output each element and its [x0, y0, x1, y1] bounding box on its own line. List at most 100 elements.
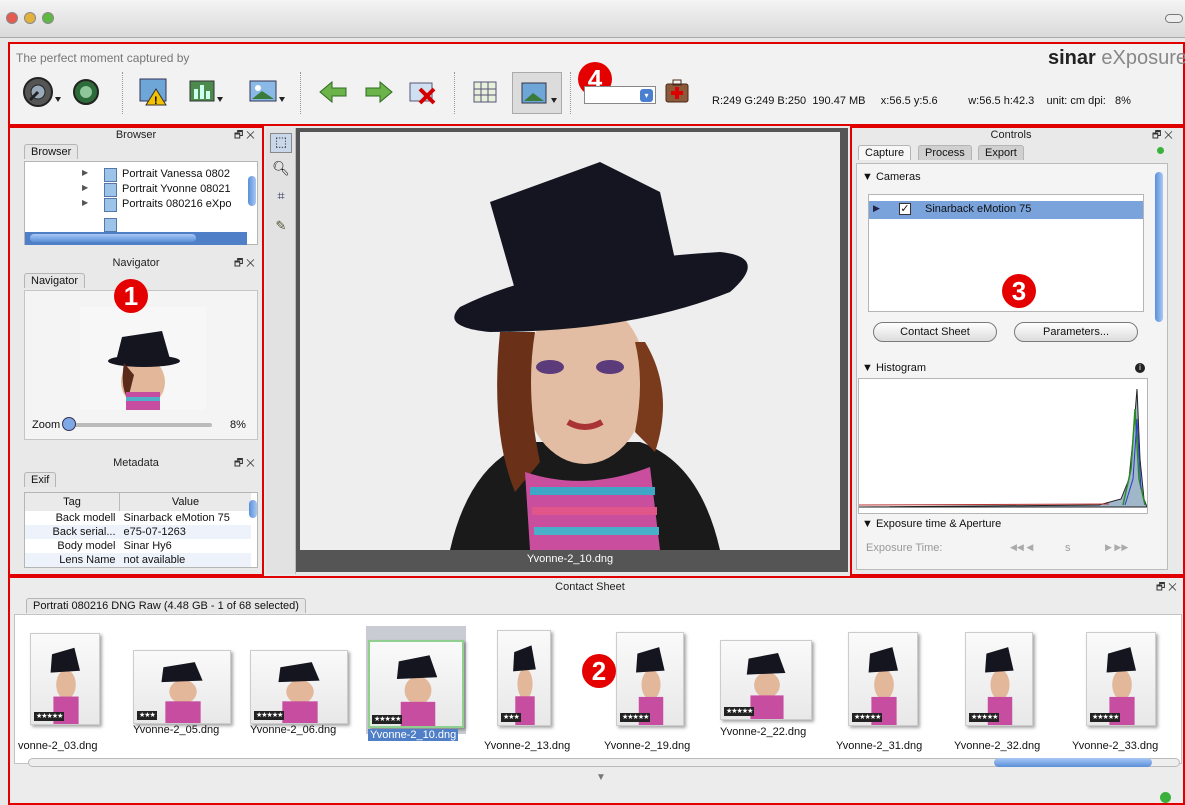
- thumbnail-image[interactable]: [616, 632, 684, 726]
- exif-value: Sinar Hy6: [123, 540, 172, 552]
- metadata-detach-close-icons[interactable]: 🗗 ✕: [234, 456, 255, 473]
- thumbnail-filename[interactable]: Yvonne-2_19.dng: [604, 740, 690, 752]
- exif-tag: Body model: [57, 540, 116, 552]
- browser-hscroll[interactable]: [30, 234, 196, 242]
- navigator-preview-image[interactable]: [80, 307, 206, 410]
- exposure-section-header[interactable]: ▼ Exposure time & Aperture: [862, 518, 1001, 530]
- single-view-button[interactable]: [512, 72, 562, 114]
- rating-stars[interactable]: ★★★★★: [620, 713, 651, 722]
- info-icon[interactable]: i: [1135, 363, 1145, 373]
- warning-image-button[interactable]: !: [136, 75, 176, 109]
- histogram-tool-button[interactable]: [186, 75, 226, 109]
- thumbnail-filename[interactable]: Yvonne-2_06.dng: [250, 724, 336, 736]
- select-tool-icon[interactable]: ⬚: [270, 133, 292, 153]
- thumbnail-filename[interactable]: Yvonne-2_32.dng: [954, 740, 1040, 752]
- thumbnail-image[interactable]: [965, 632, 1033, 726]
- tab-export[interactable]: Export: [978, 145, 1024, 160]
- chevron-down-icon: ▾: [640, 89, 653, 102]
- live-view-button[interactable]: [70, 75, 110, 109]
- tab-exif[interactable]: Exif: [24, 472, 57, 487]
- main-image[interactable]: [300, 132, 840, 550]
- contact-sheet-tab[interactable]: Portrati 080216 DNG Raw (4.48 GB - 1 of …: [26, 598, 306, 613]
- gallery-view-button[interactable]: [246, 75, 286, 109]
- zoom-slider[interactable]: [66, 423, 212, 427]
- collapse-arrow-icon[interactable]: ▼: [596, 772, 606, 783]
- thumbnail-filename[interactable]: Yvonne-2_33.dng: [1072, 740, 1158, 752]
- thumbnail-image[interactable]: [848, 632, 918, 726]
- rating-stars[interactable]: ★★★★★: [1090, 713, 1121, 722]
- capture-dial-button[interactable]: [22, 75, 62, 109]
- thumbnail-image[interactable]: [497, 630, 551, 726]
- thumbnail-filename[interactable]: Yvonne-2_05.dng: [133, 724, 219, 736]
- controls-panel-title: Controls: [990, 129, 1032, 141]
- controls-detach-close-icons[interactable]: 🗗 ✕: [1152, 128, 1173, 145]
- navigator-panel-title: Navigator: [112, 257, 160, 269]
- tab-navigator[interactable]: Navigator: [24, 273, 86, 288]
- rating-stars[interactable]: ★★★★★: [969, 713, 1000, 722]
- zoom-window-button[interactable]: [42, 12, 54, 24]
- tab-process[interactable]: Process: [918, 145, 972, 160]
- rating-stars[interactable]: ★★★★★: [372, 715, 403, 724]
- thumbnail-filename[interactable]: Yvonne-2_13.dng: [484, 740, 570, 752]
- navigator-detach-close-icons[interactable]: 🗗 ✕: [234, 256, 255, 273]
- tab-capture[interactable]: Capture: [858, 145, 912, 160]
- camera-row-selected[interactable]: ▶ ✓ Sinarback eMotion 75: [869, 201, 1143, 219]
- first-aid-kit-icon[interactable]: [662, 75, 702, 109]
- next-image-arrow-icon[interactable]: [360, 75, 400, 109]
- histogram-chart: [858, 378, 1148, 514]
- exposure-decrease-icons[interactable]: ◀◀ ◀: [1010, 542, 1033, 553]
- callout-1: 1: [114, 279, 148, 313]
- exif-value: e75-07-1263: [123, 526, 186, 538]
- zoom-select[interactable]: ▾: [584, 86, 656, 104]
- histogram-section-header[interactable]: ▼ Histogram: [862, 362, 926, 374]
- zoom-slider-thumb[interactable]: [62, 417, 76, 431]
- rating-stars[interactable]: ★★★★★: [254, 711, 285, 720]
- svg-text:!: !: [154, 95, 158, 107]
- exif-vscroll[interactable]: [249, 500, 257, 518]
- controls-vscroll[interactable]: [1155, 172, 1163, 322]
- exif-table: Tag Value Back modell Sinarback eMotion 7…: [24, 492, 258, 568]
- thumbnail-filename[interactable]: Yvonne-2_31.dng: [836, 740, 922, 752]
- metadata-panel-title: Metadata: [113, 457, 159, 469]
- viewer-filename: Yvonne-2_10.dng: [526, 553, 614, 565]
- exif-col-tag[interactable]: Tag: [25, 493, 120, 511]
- thumbnail-filename[interactable]: Yvonne-2_22.dng: [720, 726, 806, 738]
- exposure-increase-icons[interactable]: ▶ ▶▶: [1105, 542, 1128, 553]
- brand-logo: sinar eXposure: [1048, 47, 1185, 69]
- minimize-window-button[interactable]: [24, 12, 36, 24]
- rating-stars[interactable]: ★★★: [137, 711, 157, 720]
- browser-vscroll[interactable]: [248, 176, 256, 206]
- camera-checkbox[interactable]: ✓: [899, 203, 911, 215]
- tagline: The perfect moment captured by: [16, 51, 190, 65]
- crop-tool-icon[interactable]: ⌗: [270, 188, 292, 208]
- parameters-button[interactable]: Parameters...: [1014, 322, 1138, 342]
- contact-sheet-panel-title: Contact Sheet: [555, 581, 625, 593]
- browser-detach-close-icons[interactable]: 🗗 ✕: [234, 128, 255, 145]
- toolbar-toggle-button[interactable]: [1165, 14, 1183, 23]
- eyedropper-tool-icon[interactable]: ✎: [270, 218, 292, 238]
- contact-sheet-hscroll-thumb[interactable]: [994, 758, 1152, 767]
- previous-image-arrow-icon[interactable]: [314, 75, 354, 109]
- online-status-icon: [1160, 792, 1171, 803]
- exif-col-value[interactable]: Value: [120, 493, 252, 511]
- tab-browser[interactable]: Browser: [24, 144, 79, 159]
- grid-view-icon[interactable]: [468, 75, 508, 109]
- rating-stars[interactable]: ★★★★★: [34, 712, 65, 721]
- expand-triangle-icon: ▶: [873, 203, 880, 213]
- close-window-button[interactable]: [6, 12, 18, 24]
- exif-value: Sinarback eMotion 75: [123, 512, 230, 524]
- magnifier-tool-icon[interactable]: 🔍︎: [270, 160, 292, 180]
- thumbnail-filename[interactable]: vonne-2_03.dng: [18, 740, 98, 752]
- status-readout: R:249 G:249 B:250 190.47 MB x:56.5 y:5.6…: [712, 95, 1131, 107]
- contact-sheet-button[interactable]: Contact Sheet: [873, 322, 997, 342]
- rating-stars[interactable]: ★★★: [501, 713, 521, 722]
- delete-image-icon[interactable]: [404, 75, 444, 109]
- cameras-section-header[interactable]: ▼ Cameras: [862, 171, 921, 183]
- zoom-value: 8%: [230, 419, 246, 431]
- rating-stars[interactable]: ★★★★★: [724, 707, 755, 716]
- thumbnail-image[interactable]: [1086, 632, 1156, 726]
- rating-stars[interactable]: ★★★★★: [852, 713, 883, 722]
- thumbnail-filename[interactable]: Yvonne-2_10.dng: [368, 729, 459, 741]
- callout-3: 3: [1002, 274, 1036, 308]
- contact-sheet-detach-close-icons[interactable]: 🗗 ✕: [1156, 580, 1177, 597]
